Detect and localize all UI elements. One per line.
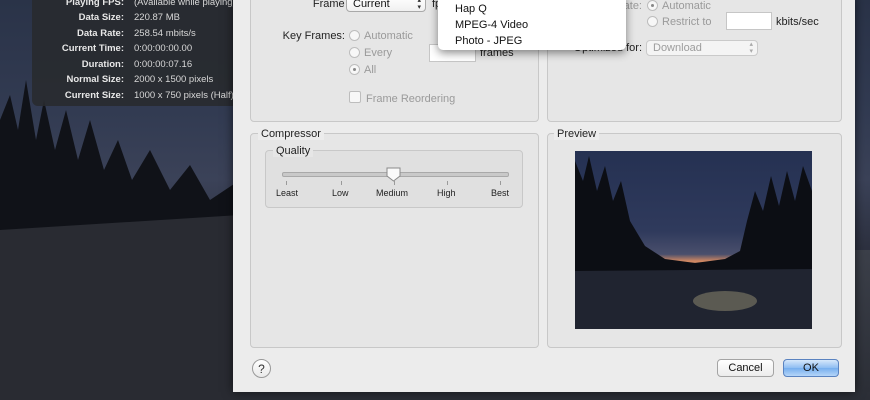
checkbox-icon [349, 91, 361, 103]
radio-label: Automatic [364, 30, 413, 42]
help-button[interactable]: ? [252, 359, 271, 378]
inspector-value: 2000 x 1500 pixels [134, 74, 214, 85]
inspector-row: Normal Size: 2000 x 1500 pixels [32, 74, 252, 89]
movie-inspector-panel: Playing FPS: (Available while playing) D… [32, 0, 252, 106]
inspector-row: Current Time: 0:00:00:00.00 [32, 43, 252, 58]
popup-arrows-icon: ▴ ▾ [749, 41, 753, 55]
key-frames-all-radio[interactable]: All [349, 64, 376, 76]
inspector-row: Data Size: 220.87 MB [32, 12, 252, 27]
ok-label: OK [803, 362, 819, 374]
optimized-for-value: Download [653, 42, 702, 54]
radio-button-icon [349, 30, 360, 41]
inspector-value: 0:00:00:00.00 [134, 43, 193, 54]
quality-slider-knob[interactable] [386, 167, 401, 182]
restrict-to-field[interactable] [726, 12, 772, 30]
quality-title: Quality [273, 145, 314, 157]
frame-rate-value: Current [353, 0, 390, 10]
radio-button-icon [647, 16, 658, 27]
inspector-label: Playing FPS: [65, 0, 124, 8]
inspector-row: Current Size: 1000 x 750 pixels (Half) [32, 90, 252, 105]
radio-button-selected-icon [349, 64, 360, 75]
kbits-unit-label: kbits/sec [776, 16, 819, 28]
slider-tick [500, 181, 501, 185]
menu-item-photo-jpeg[interactable]: Photo - JPEG [455, 35, 522, 47]
menu-item-hap-q[interactable]: Hap Q [455, 3, 487, 15]
ok-button[interactable]: OK [783, 359, 839, 377]
quality-label-medium: Medium [376, 188, 409, 198]
inspector-row: Duration: 0:00:00:07.16 [32, 59, 252, 74]
inspector-value: (Available while playing) [134, 0, 236, 8]
help-icon: ? [258, 362, 265, 376]
inspector-value: 1000 x 750 pixels (Half) [134, 90, 234, 101]
radio-label: Every [364, 47, 393, 59]
preview-tree-silhouettes [575, 156, 812, 329]
quality-label-best: Best [491, 188, 510, 198]
slider-tick [447, 181, 448, 185]
inspector-row: Playing FPS: (Available while playing) [32, 0, 252, 12]
radio-button-icon [349, 47, 360, 58]
frame-reordering-checkbox[interactable]: Frame Reordering [349, 91, 455, 105]
key-frames-automatic-radio[interactable]: Automatic [349, 30, 413, 42]
quality-label-high: High [437, 188, 456, 198]
frame-rate-popup[interactable]: Current ▴ ▾ [346, 0, 426, 12]
data-rate-automatic-radio[interactable]: Automatic [647, 0, 711, 12]
inspector-label: Data Rate: [77, 28, 124, 39]
compressor-title: Compressor [258, 128, 324, 140]
quality-label-least: Least [276, 188, 299, 198]
inspector-value: 258.54 mbits/s [134, 28, 196, 39]
slider-tick [286, 181, 287, 185]
optimized-for-popup[interactable]: Download ▴ ▾ [646, 40, 758, 56]
inspector-value: 0:00:00:07.16 [134, 59, 193, 70]
inspector-row: Data Rate: 258.54 mbits/s [32, 28, 252, 43]
radio-label: All [364, 64, 377, 76]
preview-image [575, 151, 812, 329]
preview-title: Preview [554, 128, 600, 140]
radio-label: Restrict to [662, 16, 712, 28]
cancel-button[interactable]: Cancel [717, 359, 774, 377]
inspector-label: Current Time: [61, 43, 124, 54]
slider-tick [341, 181, 342, 185]
quality-label-low: Low [332, 188, 349, 198]
codec-dropdown-menu: Hap Q MPEG-4 Video Photo - JPEG [438, 0, 626, 50]
inspector-label: Current Size: [64, 90, 124, 101]
key-frames-every-radio[interactable]: Every [349, 47, 392, 59]
inspector-label: Normal Size: [66, 74, 124, 85]
inspector-label: Duration: [81, 59, 124, 70]
key-frames-label: Key Frames: [282, 30, 345, 42]
inspector-label: Data Size: [78, 12, 124, 23]
menu-item-mpeg4[interactable]: MPEG-4 Video [455, 19, 528, 31]
radio-button-selected-icon [647, 0, 658, 11]
inspector-value: 220.87 MB [134, 12, 180, 23]
radio-label: Automatic [662, 0, 711, 12]
checkbox-label: Frame Reordering [366, 93, 456, 105]
cancel-label: Cancel [728, 362, 763, 374]
data-rate-restrict-radio[interactable]: Restrict to [647, 16, 712, 28]
popup-arrows-icon: ▴ ▾ [417, 0, 421, 11]
